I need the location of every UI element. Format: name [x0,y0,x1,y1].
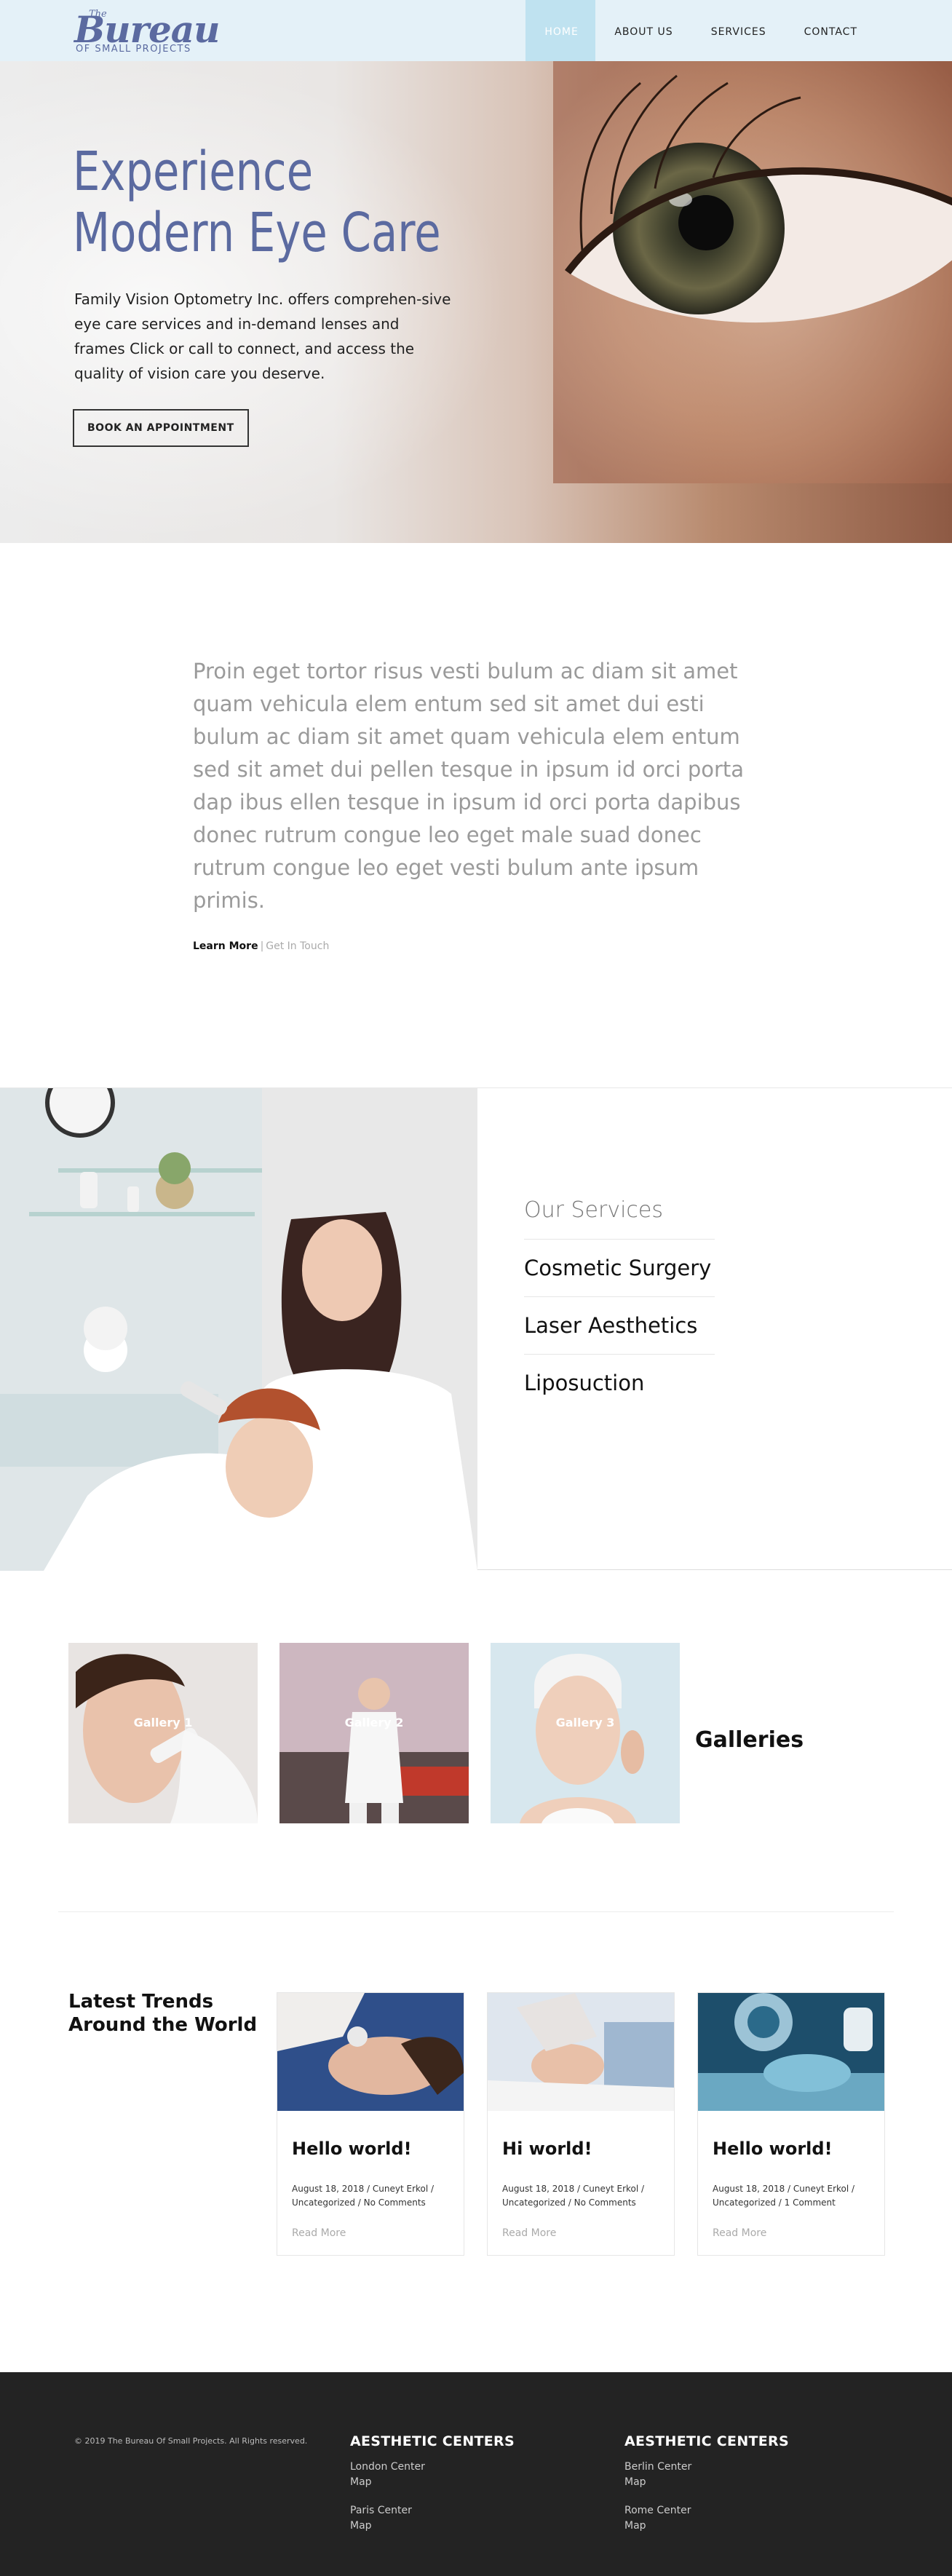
nav-about-us[interactable]: ABOUT US [595,0,691,61]
get-in-touch-link[interactable]: Get In Touch [266,940,329,952]
hero-section: Experience Modern Eye Care Family Vision … [0,61,952,543]
map-link[interactable]: Map [350,2518,568,2534]
book-appointment-button[interactable]: BOOK AN APPOINTMENT [73,409,249,447]
post-card[interactable]: Hi world! August 18, 2018 / Cuneyt Erkol… [487,1992,675,2256]
post-2-image [488,1993,674,2111]
gallery-label: Gallery 1 [133,1716,193,1729]
post-3-image [698,1993,884,2111]
location-name: Paris Center [350,2505,412,2516]
footer-location: Berlin Center Map [624,2460,843,2490]
map-link[interactable]: Map [624,2475,843,2490]
post-meta: August 18, 2018 / Cuneyt Erkol / Uncateg… [713,2184,855,2208]
section-divider [58,1911,894,1912]
galleries-title: Galleries [695,1727,804,1753]
gallery-2-image [279,1643,469,1823]
post-title[interactable]: Hello world! [292,2139,412,2159]
footer-location: Paris Center Map [350,2503,568,2534]
gallery-1-image [68,1643,258,1823]
gallery-card[interactable]: Gallery 3 [491,1643,680,1823]
services-section: Our Services Cosmetic Surgery Laser Aest… [0,1087,952,1571]
post-meta: August 18, 2018 / Cuneyt Erkol / Uncateg… [502,2184,645,2208]
learn-more-link[interactable]: Learn More [193,940,258,952]
post-title[interactable]: Hello world! [713,2139,833,2159]
post-1-image [277,1993,464,2111]
gallery-card[interactable]: Gallery 1 [68,1643,258,1823]
footer-heading: AESTHETIC CENTERS [350,2433,515,2449]
gallery-label: Gallery 2 [344,1716,404,1729]
main-nav: HOME ABOUT US SERVICES CONTACT [525,0,876,61]
eye-image [553,61,952,483]
read-more-link[interactable]: Read More [713,2227,766,2239]
site-header: The Bureau OF SMALL PROJECTS HOME ABOUT … [0,0,952,61]
map-link[interactable]: Map [350,2475,568,2490]
logo-subtitle: OF SMALL PROJECTS [76,44,191,55]
link-separator: | [260,940,264,952]
service-liposuction[interactable]: Liposuction [524,1355,715,1411]
hero-title: Experience Modern Eye Care [73,141,445,263]
intro-links: Learn More | Get In Touch [193,940,329,952]
nav-home[interactable]: HOME [525,0,596,61]
hero-title-line2: Modern Eye Care [73,202,441,264]
footer-heading: AESTHETIC CENTERS [624,2433,789,2449]
logo-name: Bureau [74,8,221,51]
read-more-link[interactable]: Read More [502,2227,556,2239]
site-logo[interactable]: The Bureau OF SMALL PROJECTS [74,7,221,55]
service-cosmetic-surgery[interactable]: Cosmetic Surgery [524,1240,715,1297]
hero-description: Family Vision Optometry Inc. offers comp… [74,290,451,382]
post-meta: August 18, 2018 / Cuneyt Erkol / Uncateg… [292,2184,435,2208]
footer-column-centers-1: AESTHETIC CENTERS London Center Map Pari… [350,2433,568,2547]
post-title[interactable]: Hi world! [502,2139,592,2159]
hero-title-line1: Experience [73,140,314,203]
nav-services[interactable]: SERVICES [692,0,785,61]
map-link[interactable]: Map [624,2518,843,2534]
footer-location: Rome Center Map [624,2503,843,2534]
services-heading: Our Services [524,1197,715,1240]
site-footer: © 2019 The Bureau Of Small Projects. All… [0,2372,952,2576]
trends-title: Latest Trends Around the World [68,1991,258,2036]
post-card[interactable]: Hello world! August 18, 2018 / Cuneyt Er… [277,1992,464,2256]
footer-column-centers-2: AESTHETIC CENTERS Berlin Center Map Rome… [624,2433,843,2547]
nav-contact[interactable]: CONTACT [785,0,876,61]
gallery-3-image [491,1643,680,1823]
read-more-link[interactable]: Read More [292,2227,346,2239]
footer-location: London Center Map [350,2460,568,2490]
post-card[interactable]: Hello world! August 18, 2018 / Cuneyt Er… [697,1992,885,2256]
copyright: © 2019 The Bureau Of Small Projects. All… [74,2436,308,2446]
services-list: Our Services Cosmetic Surgery Laser Aest… [524,1197,715,1411]
services-photo [0,1088,477,1571]
location-name: London Center [350,2461,425,2473]
gallery-card[interactable]: Gallery 2 [279,1643,469,1823]
intro-text: Proin eget tortor risus vesti bulum ac d… [193,659,745,913]
gallery-label: Gallery 3 [555,1716,615,1729]
location-name: Berlin Center [624,2461,692,2473]
location-name: Rome Center [624,2505,691,2516]
service-laser-aesthetics[interactable]: Laser Aesthetics [524,1297,715,1355]
